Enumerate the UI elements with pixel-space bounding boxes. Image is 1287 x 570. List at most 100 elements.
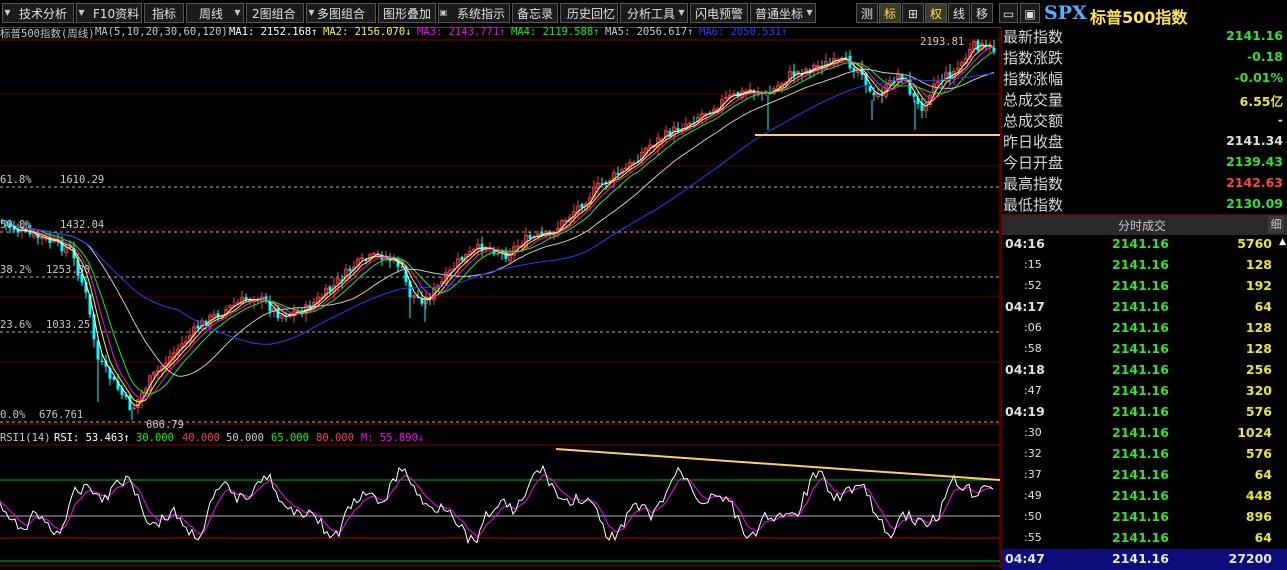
tick-row[interactable]: 04:18 2141.16 256 xyxy=(1002,360,1287,381)
rights-button[interactable]: 权 xyxy=(925,3,947,23)
button-label: 多图组合 xyxy=(317,7,366,21)
trend-lines xyxy=(555,134,1001,481)
multi-chart-button[interactable]: ▼ 多图组合 xyxy=(306,3,376,23)
dropdown-icon: ▼ xyxy=(308,8,315,17)
f10-button[interactable]: ▼ F10资料 xyxy=(76,3,142,23)
screen-icon[interactable]: ▣ xyxy=(1020,3,1040,23)
fib-382-value: 1253.80 xyxy=(46,264,91,276)
analysis-tools-button[interactable]: 分析工具 ▼ xyxy=(620,3,688,23)
button-label: F10资料 xyxy=(93,7,140,21)
candle-body xyxy=(196,325,200,329)
tick-row[interactable]: :06 2141.16 128 xyxy=(1002,318,1287,339)
tick-row[interactable]: :37 2141.16 64 xyxy=(1002,465,1287,486)
button-label: 系统指示 xyxy=(457,7,506,21)
tick-time: :30 xyxy=(1024,426,1042,439)
tick-row[interactable]: :55 2141.16 64 xyxy=(1002,528,1287,549)
tick-row[interactable]: 04:17 2141.16 64 xyxy=(1002,297,1287,318)
tick-row[interactable]: 04:47 2141.16 27200 xyxy=(1002,549,1287,570)
tick-price: 2141.16 xyxy=(1112,257,1169,272)
two-chart-button[interactable]: 2图组合 xyxy=(246,3,304,23)
axis-button[interactable]: 普通坐标 ▼ xyxy=(750,3,816,23)
ma2-line xyxy=(1,44,995,403)
tick-price: 2141.16 xyxy=(1112,299,1169,314)
period-button[interactable]: ▼ 周线 xyxy=(186,3,244,23)
quote-value: - xyxy=(1277,112,1283,127)
rsi-trend-line xyxy=(555,448,1001,481)
tick-row[interactable]: :30 2141.16 1024 xyxy=(1002,423,1287,444)
alert-button[interactable]: 闪电预警 xyxy=(690,3,748,23)
window-icon[interactable]: ▭ xyxy=(999,3,1018,23)
tick-time: :50 xyxy=(1024,510,1042,523)
fib-236-pct: 23.6% xyxy=(0,319,32,331)
quote-value: -0.01% xyxy=(1234,70,1283,85)
ma4-line xyxy=(1,51,995,395)
quote-row: 指数涨幅 -0.01% xyxy=(1002,68,1285,89)
button-label: 周线 xyxy=(199,7,224,21)
price-chart[interactable] xyxy=(0,0,1001,568)
grid-icon[interactable]: ⊞ xyxy=(902,3,924,23)
tick-time: :58 xyxy=(1024,342,1042,355)
tick-row[interactable]: :49 2141.16 448 xyxy=(1002,486,1287,507)
quote-row: 最高指数 2142.63 xyxy=(1002,173,1285,194)
quote-value: 2142.63 xyxy=(1226,175,1283,190)
button-label: 备忘录 xyxy=(517,7,554,21)
tick-price: 2141.16 xyxy=(1112,467,1169,482)
measure-button[interactable]: 测 xyxy=(856,3,878,23)
candle-body xyxy=(976,40,980,51)
ma6-legend: MA6: 2050.531↑ xyxy=(699,26,788,38)
ma2-legend: MA2: 2156.070↓ xyxy=(323,26,412,38)
overlay-button[interactable]: 图形叠加 xyxy=(378,3,436,23)
rsi-m-line xyxy=(0,474,994,538)
button-label: 分析工具 xyxy=(627,7,676,21)
tick-time: :37 xyxy=(1024,468,1042,481)
tick-time: :47 xyxy=(1024,384,1042,397)
dropdown-icon: ▼ xyxy=(806,8,813,17)
quote-label: 总成交量 xyxy=(1003,91,1064,109)
line-button[interactable]: 线 xyxy=(948,3,970,23)
scroll-up-icon[interactable]: ▲ xyxy=(1279,237,1286,247)
tick-volume: 64 xyxy=(1254,530,1272,545)
ticks-title: 分时成交 xyxy=(1118,219,1167,233)
tick-price: 2141.16 xyxy=(1112,383,1169,398)
tick-row[interactable]: :47 2141.16 320 xyxy=(1002,381,1287,402)
tick-time: 04:18 xyxy=(1005,362,1045,377)
tick-row[interactable]: :15 2141.16 128 xyxy=(1002,255,1287,276)
move-button[interactable]: 移 xyxy=(971,3,993,23)
quote-row: 最低指数 2130.09 xyxy=(1002,194,1285,215)
system-indicator-button[interactable]: ▣ 系统指示 xyxy=(438,3,510,23)
detail-button[interactable]: 细 xyxy=(1268,216,1284,233)
tick-row[interactable]: :58 2141.16 128 xyxy=(1002,339,1287,360)
tick-row[interactable]: :52 2141.16 192 xyxy=(1002,276,1287,297)
ma6-line xyxy=(1,73,995,345)
technical-analysis-button[interactable]: ▼ 技术分析 xyxy=(2,3,74,23)
candle-body xyxy=(528,234,532,239)
rsi-level-65: 65.000 xyxy=(271,432,309,444)
tick-price: 2141.16 xyxy=(1112,509,1169,524)
ticks-header: 分时成交 细 xyxy=(1002,214,1287,235)
tick-row[interactable]: :32 2141.16 576 xyxy=(1002,444,1287,465)
tick-time: :06 xyxy=(1024,321,1042,334)
tick-row[interactable]: :50 2141.16 896 xyxy=(1002,507,1287,528)
candlesticks xyxy=(0,38,996,420)
quote-label: 今日开盘 xyxy=(1003,154,1064,172)
ma5-line xyxy=(1,68,995,377)
indicator-button[interactable]: 指标 xyxy=(144,3,184,23)
mark-button[interactable]: 标 xyxy=(879,3,901,23)
tick-row[interactable]: 04:16 2141.16 5760 xyxy=(1002,234,1287,255)
history-button[interactable]: 历史回忆 xyxy=(560,3,618,23)
tick-time: :52 xyxy=(1024,279,1042,292)
tick-row[interactable]: 04:19 2141.16 576 xyxy=(1002,402,1287,423)
tick-volume: 128 xyxy=(1245,320,1272,335)
dropdown-icon: ▼ xyxy=(78,8,85,17)
quote-label: 昨日收盘 xyxy=(1003,133,1064,151)
candle-body xyxy=(912,93,916,97)
tick-price: 2141.16 xyxy=(1112,488,1169,503)
memo-button[interactable]: 备忘录 xyxy=(512,3,558,23)
candle-body xyxy=(868,86,872,92)
fib-236-value: 1033.25 xyxy=(46,319,91,331)
tick-price: 2141.16 xyxy=(1112,341,1169,356)
quote-row: 昨日收盘 2141.34 xyxy=(1002,131,1285,152)
ma1-line xyxy=(1,44,995,407)
low-price-label: 666.79 xyxy=(146,419,184,431)
ma1-legend: MA1: 2152.168↑ xyxy=(229,26,318,38)
